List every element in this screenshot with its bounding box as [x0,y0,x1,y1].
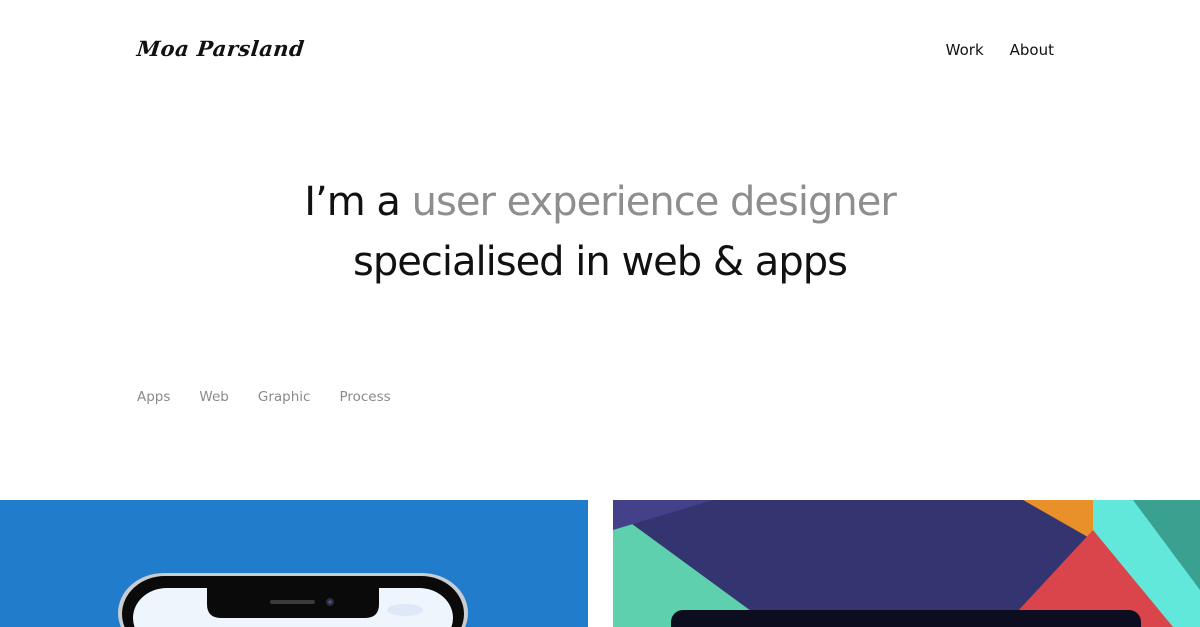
nav-about-link[interactable]: About [1010,41,1054,59]
filter-web[interactable]: Web [199,389,228,405]
hero-prefix: I’m a [304,179,412,225]
smartphone-illustration [0,500,588,627]
filter-apps[interactable]: Apps [137,389,170,405]
geometric-illustration [613,500,1200,627]
filter-graphic[interactable]: Graphic [258,389,311,405]
filter-process[interactable]: Process [339,389,390,405]
category-filters: Apps Web Graphic Process [137,389,391,405]
nav-work-link[interactable]: Work [946,41,984,59]
hero-highlight: user experience designer [411,179,897,225]
hero-heading: I’m a user experience designer specialis… [0,172,1200,292]
site-logo[interactable]: Moa Parsland [136,36,306,61]
project-card-geometric[interactable] [613,500,1200,627]
main-nav: Work About [946,41,1054,59]
hero-line2: specialised in web & apps [353,239,848,285]
project-card-phone-app[interactable] [0,500,588,627]
